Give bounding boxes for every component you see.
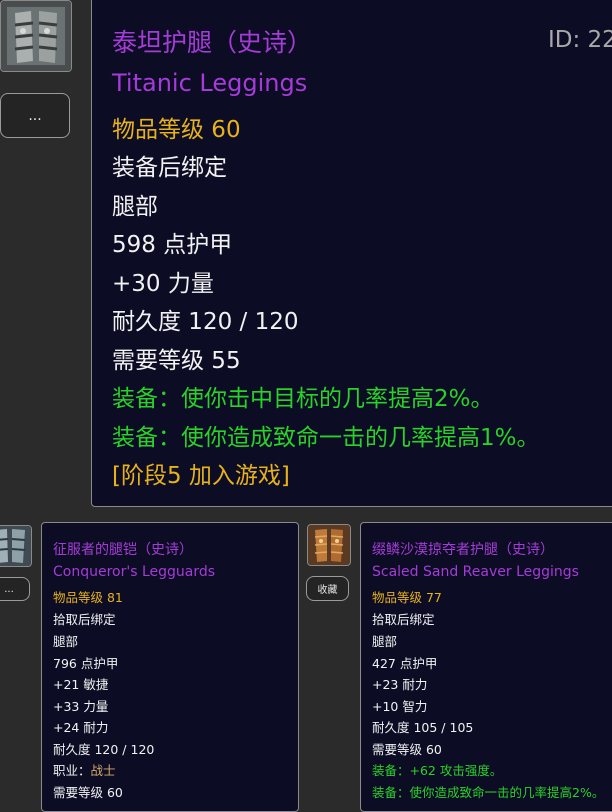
- item-level: 物品等级 81: [53, 590, 123, 605]
- collect-button-label: 收藏: [317, 585, 338, 596]
- item-level: 物品等级 60: [112, 117, 241, 143]
- stat-strength: +33 力量: [53, 699, 109, 714]
- stat-stamina: +23 耐力: [372, 677, 428, 692]
- more-options-button-left[interactable]: ...: [0, 577, 30, 601]
- class-label: 职业：: [53, 763, 91, 778]
- phase-tag: [阶段5 加入游戏]: [112, 463, 290, 489]
- item-icon-titanic-leggings[interactable]: [0, 0, 72, 72]
- item-icon-conquerors-legguards[interactable]: [0, 525, 32, 567]
- more-options-label-left: ...: [4, 583, 14, 595]
- item-icon-scaled-sand-reaver-leggings[interactable]: [307, 524, 351, 566]
- stat-strength: +30 力量: [112, 271, 214, 297]
- equip-effect-attack-power: 装备：+62 攻击强度。: [372, 763, 503, 778]
- item-name-cn: 泰坦护腿（史诗）: [112, 28, 313, 57]
- item-level: 物品等级 77: [372, 590, 442, 605]
- armor-value: 427 点护甲: [372, 656, 438, 671]
- item-tooltip-scaled-sand-reaver-leggings: 缀鳞沙漠掠夺者护腿（史诗） Scaled Sand Reaver Legging…: [360, 522, 612, 812]
- required-level: 需要等级 60: [53, 785, 123, 800]
- item-name-cn: 征服者的腿铠（史诗）: [53, 542, 193, 558]
- bind-type: 拾取后绑定: [372, 612, 435, 627]
- armor-value: 598 点护甲: [112, 232, 233, 258]
- item-name-en: Scaled Sand Reaver Leggings: [372, 564, 579, 580]
- item-name-en: Titanic Leggings: [112, 69, 308, 97]
- item-name-en: Conqueror's Legguards: [53, 564, 216, 580]
- stat-agility: +21 敏捷: [53, 677, 109, 692]
- bind-type: 拾取后绑定: [53, 612, 116, 627]
- durability: 耐久度 120 / 120: [112, 309, 299, 335]
- collect-button[interactable]: 收藏: [306, 576, 349, 601]
- required-level: 需要等级 60: [372, 742, 442, 757]
- durability: 耐久度 120 / 120: [53, 742, 155, 757]
- slot: 腿部: [372, 634, 398, 649]
- durability: 耐久度 105 / 105: [372, 720, 474, 735]
- item-id: ID: 22: [548, 27, 612, 53]
- more-options-button[interactable]: ...: [0, 93, 70, 138]
- equip-effect-crit: 装备：使你造成致命一击的几率提高2%。: [372, 785, 605, 800]
- slot: 腿部: [53, 634, 79, 649]
- item-tooltip-conquerors-legguards: 征服者的腿铠（史诗） Conqueror's Legguards 物品等级 81…: [41, 522, 299, 812]
- stat-stamina: +24 耐力: [53, 720, 109, 735]
- required-level: 需要等级 55: [112, 348, 241, 374]
- stat-intellect: +10 智力: [372, 699, 428, 714]
- armor-value: 796 点护甲: [53, 656, 119, 671]
- class-requirement: 职业：战士: [53, 760, 116, 779]
- bind-type: 装备后绑定: [112, 155, 227, 181]
- item-tooltip-titanic-leggings: 泰坦护腿（史诗） ID: 22 Titanic Leggings 物品等级 60…: [91, 0, 612, 507]
- item-name-cn: 缀鳞沙漠掠夺者护腿（史诗）: [372, 542, 554, 558]
- class-value: 战士: [90, 763, 116, 778]
- more-options-label: ...: [28, 107, 42, 124]
- equip-effect-hit: 装备：使你击中目标的几率提高2%。: [112, 386, 494, 412]
- slot: 腿部: [112, 194, 158, 220]
- equip-effect-crit: 装备：使你造成致命一击的几率提高1%。: [112, 425, 540, 451]
